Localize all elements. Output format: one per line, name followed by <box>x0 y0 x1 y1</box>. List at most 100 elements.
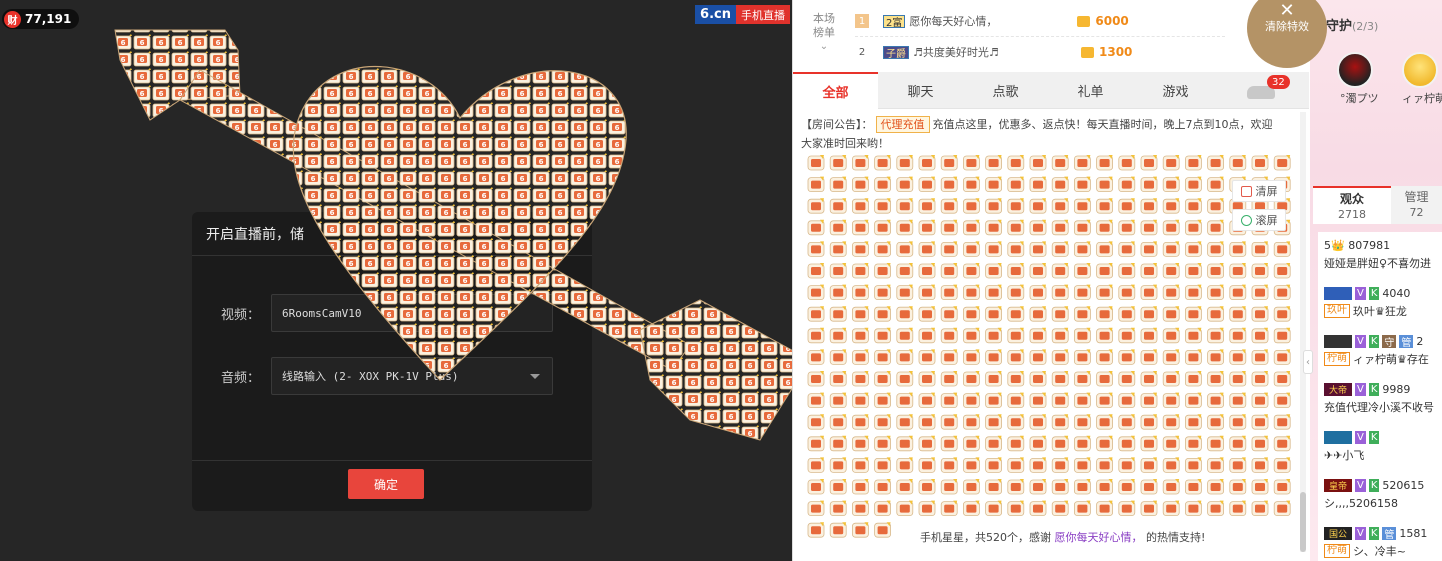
gift-emote <box>918 435 936 452</box>
list-item[interactable]: VK ✈✈小飞 <box>1318 424 1442 472</box>
gift-emote <box>1184 262 1202 279</box>
avatar <box>1324 334 1352 348</box>
gift-emote <box>918 262 936 279</box>
gift-emote <box>1007 305 1025 322</box>
scroll-screen-button[interactable]: 滚屏 <box>1232 209 1286 231</box>
gift-emote <box>1184 305 1202 322</box>
gift-emote <box>1029 197 1047 214</box>
dialog-divider <box>192 460 592 461</box>
gift-emote <box>1073 327 1091 344</box>
tab-chat[interactable]: 聊天 <box>878 72 963 109</box>
gift-emote <box>1073 456 1091 473</box>
avatar[interactable] <box>1337 52 1373 88</box>
gift-emote <box>1118 478 1136 495</box>
leaderboard-row[interactable]: 2 子爵 ♬共度美好时光♬ 1300 <box>855 37 1215 67</box>
audience-meta: VK <box>1324 430 1380 444</box>
admins-label: 管理 <box>1404 190 1429 204</box>
chat-scrollbar[interactable] <box>1300 112 1306 552</box>
chat-tabs: 全部 聊天 点歌 礼单 游戏 32 <box>793 72 1309 109</box>
gift-emote <box>1096 154 1114 171</box>
leaderboard-title[interactable]: 本场 榜单 ⌄ <box>801 12 847 54</box>
chat-scroll-thumb[interactable] <box>1300 492 1306 552</box>
gift-emote <box>1251 348 1269 365</box>
leaderboard-row[interactable]: 1 2富 愿你每天好心情， 6000 <box>855 6 1215 36</box>
gift-emote <box>1140 262 1158 279</box>
gift-emote <box>1207 370 1225 387</box>
list-item[interactable]: 皇帝 V K 520615 シ,,,,5206158 <box>1318 472 1442 520</box>
gift-emote <box>1051 305 1069 322</box>
gift-emote <box>1207 348 1225 365</box>
list-item[interactable]: 大帝 V K 9989 充值代理冷小溪不收号 <box>1318 376 1442 424</box>
gift-emote <box>896 219 914 236</box>
gift-emote <box>1207 392 1225 409</box>
emote-cells <box>807 154 1291 538</box>
gift-emote <box>829 327 847 344</box>
gift-emote <box>874 478 892 495</box>
gift-emote <box>807 500 825 517</box>
tab-all[interactable]: 全部 <box>793 72 878 109</box>
gift-emote <box>851 176 869 193</box>
gift-emote <box>1207 219 1225 236</box>
gift-emote <box>985 413 1003 430</box>
list-item[interactable]: 国公 V K 管 1581 柠萌 シ、冷丰~ <box>1318 520 1442 561</box>
confirm-button[interactable]: 确定 <box>348 469 424 499</box>
tab-gifts[interactable]: 礼单 <box>1048 72 1133 109</box>
gift-emote <box>851 348 869 365</box>
guard-name[interactable]: °濁プツ <box>1340 90 1379 106</box>
gift-emote <box>1029 435 1047 452</box>
audience-list[interactable]: 5👑 807981 娅娅是胖妞♀不喜勿进 V K 4040 玖叶 玖叶♛狂龙 VK守管… <box>1318 232 1442 561</box>
gift-emote <box>985 478 1003 495</box>
tab-viewers[interactable]: 观众 2718 <box>1313 186 1391 224</box>
tab-admins[interactable]: 管理 72 <box>1391 186 1442 224</box>
gift-emote <box>1007 240 1025 257</box>
gift-emote <box>1162 197 1180 214</box>
rank-number: 2 <box>858 46 866 58</box>
gift-msg-username[interactable]: 愿你每天好心情， <box>1055 531 1143 544</box>
chevron-down-icon: ⌄ <box>819 41 829 52</box>
agent-recharge-link[interactable]: 代理充值 <box>875 116 930 133</box>
gift-emote <box>1029 240 1047 257</box>
gift-emote <box>1007 176 1025 193</box>
avatar[interactable] <box>1402 52 1438 88</box>
gift-emote <box>1140 348 1158 365</box>
gift-emote <box>1162 154 1180 171</box>
gift-emote <box>851 327 869 344</box>
gift-emote <box>807 240 825 257</box>
gift-emote <box>985 370 1003 387</box>
gift-emote <box>1007 500 1025 517</box>
tab-games[interactable]: 游戏 <box>1133 72 1218 109</box>
tab-songs[interactable]: 点歌 <box>963 72 1048 109</box>
gift-emote <box>962 413 980 430</box>
audience-name: ィァ柠萌♛存在 <box>1353 353 1429 366</box>
audience-level: 2 <box>1416 334 1424 348</box>
gift-emote <box>962 500 980 517</box>
gift-emote <box>1207 435 1225 452</box>
k-badge: K <box>1368 286 1380 300</box>
gift-emote <box>874 500 892 517</box>
gift-emote <box>807 435 825 452</box>
gift-emote <box>1051 500 1069 517</box>
gift-emote <box>1096 305 1114 322</box>
gift-emote <box>1096 262 1114 279</box>
clear-screen-button[interactable]: 清屏 <box>1232 180 1286 202</box>
list-item[interactable]: V K 4040 玖叶 玖叶♛狂龙 <box>1318 280 1442 328</box>
gift-emote <box>918 197 936 214</box>
gift-emote <box>1162 262 1180 279</box>
audience-name: 玖叶♛狂龙 <box>1353 305 1407 318</box>
gift-emote <box>1184 197 1202 214</box>
list-item[interactable]: 5👑 807981 娅娅是胖妞♀不喜勿进 <box>1318 232 1442 280</box>
gift-emote <box>1007 284 1025 301</box>
gift-emote <box>1029 305 1047 322</box>
chevron-left-icon[interactable]: ‹ <box>1303 350 1313 374</box>
heart-shape <box>292 66 627 381</box>
list-item[interactable]: VK守管2 柠萌 ィァ柠萌♛存在 <box>1318 328 1442 376</box>
guard-count: (2/3) <box>1352 20 1379 33</box>
trash-icon <box>1240 185 1252 197</box>
audience-level: 4040 <box>1382 286 1411 300</box>
gift-emote <box>1140 413 1158 430</box>
gift-emote <box>1273 456 1291 473</box>
chat-panel: 本场 榜单 ⌄ 1 2富 愿你每天好心情， 6000 2 子爵 ♬共度美好时光♬… <box>792 0 1311 561</box>
gift-emote <box>1029 262 1047 279</box>
gift-emote <box>1140 240 1158 257</box>
guard-name[interactable]: ィァ柠萌 <box>1402 90 1442 106</box>
